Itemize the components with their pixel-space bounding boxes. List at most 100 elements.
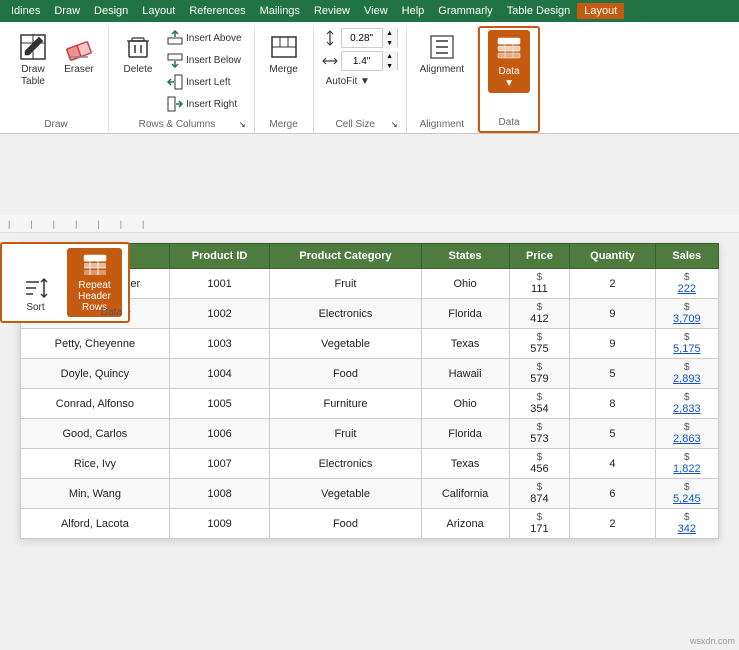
header-states: States xyxy=(421,244,509,269)
header-price: Price xyxy=(509,244,570,269)
data-group-items: Data▼ xyxy=(488,28,530,114)
insert-above-button[interactable]: Insert Above xyxy=(163,28,246,48)
sort-label: Sort xyxy=(26,302,44,313)
autofit-button[interactable]: AutoFit ▼ xyxy=(322,74,374,89)
data-group-footer: Data xyxy=(488,114,530,131)
cell-sales: $5,245 xyxy=(655,479,718,509)
menu-draw[interactable]: Draw xyxy=(47,3,87,19)
cell-state: Florida xyxy=(421,419,509,449)
ribbon-group-draw: DrawTable Eraser Draw xyxy=(4,26,109,133)
menu-idines[interactable]: Idines xyxy=(4,3,47,19)
cell-price: $575 xyxy=(509,329,570,359)
menu-view[interactable]: View xyxy=(357,3,395,19)
insert-col: Insert Above Insert Below xyxy=(163,28,246,114)
table-row: Min, Wang 1008 Vegetable California $874… xyxy=(21,479,719,509)
sort-repeat-panel: Sort RepeatHeader Rows Data xyxy=(0,242,130,323)
repeat-header-icon xyxy=(81,252,109,280)
delete-button[interactable]: Delete xyxy=(117,28,159,79)
cell-product-id: 1002 xyxy=(169,299,270,329)
draw-group-items: DrawTable Eraser xyxy=(12,26,100,116)
cell-size-expand-icon[interactable]: ↘ xyxy=(391,120,398,129)
rows-cols-group-footer: Rows & Columns ↘ xyxy=(117,116,246,133)
data-icon xyxy=(493,33,525,65)
cell-quantity: 5 xyxy=(570,359,655,389)
cell-category: Furniture xyxy=(270,389,421,419)
cell-sales: $2,833 xyxy=(655,389,718,419)
menu-grammarly[interactable]: Grammarly xyxy=(431,3,499,19)
cell-state: Arizona xyxy=(421,509,509,539)
insert-below-button[interactable]: Insert Below xyxy=(163,50,246,70)
cell-state: Ohio xyxy=(421,389,509,419)
merge-group-label: Merge xyxy=(263,116,305,133)
cell-product-id: 1009 xyxy=(169,509,270,539)
table-row: Good, Carlos 1006 Fruit Florida $573 5 $… xyxy=(21,419,719,449)
rows-cols-expand-icon[interactable]: ↘ xyxy=(239,120,246,129)
height-down-arrow[interactable]: ▼ xyxy=(383,38,397,48)
cell-size-group-items: ▲ ▼ ▲ ▼ xyxy=(322,26,398,116)
cell-state: Ohio xyxy=(421,269,509,299)
merge-label: Merge xyxy=(269,64,297,76)
cell-price: $354 xyxy=(509,389,570,419)
cell-state: California xyxy=(421,479,509,509)
sort-icon xyxy=(22,274,50,302)
cell-state: Texas xyxy=(421,449,509,479)
eraser-icon xyxy=(63,31,95,63)
width-icon xyxy=(322,53,338,69)
cell-state: Hawaii xyxy=(421,359,509,389)
cell-quantity: 2 xyxy=(570,269,655,299)
eraser-button[interactable]: Eraser xyxy=(58,28,100,79)
cell-product-id: 1007 xyxy=(169,449,270,479)
draw-table-button[interactable]: DrawTable xyxy=(12,28,54,91)
cell-category: Food xyxy=(270,359,421,389)
draw-table-label: DrawTable xyxy=(21,64,45,88)
data-button[interactable]: Data▼ xyxy=(488,30,530,93)
menu-design[interactable]: Design xyxy=(87,3,135,19)
cell-category: Fruit xyxy=(270,269,421,299)
width-spinner[interactable]: ▲ ▼ xyxy=(341,51,398,71)
ribbon: DrawTable Eraser Draw xyxy=(0,22,739,134)
cell-size-group-label: Cell Size xyxy=(322,116,389,133)
cell-sales: $2,863 xyxy=(655,419,718,449)
header-quantity: Quantity xyxy=(570,244,655,269)
merge-button[interactable]: Merge xyxy=(263,28,305,79)
width-input[interactable] xyxy=(342,55,382,68)
ribbon-group-cell-size: ▲ ▼ ▲ ▼ xyxy=(314,26,407,133)
width-down-arrow[interactable]: ▼ xyxy=(383,61,397,71)
cell-price: $874 xyxy=(509,479,570,509)
rows-cols-group-label: Rows & Columns xyxy=(117,116,237,133)
height-spinner[interactable]: ▲ ▼ xyxy=(341,28,398,48)
menu-layout[interactable]: Layout xyxy=(577,3,624,19)
cell-category: Fruit xyxy=(270,419,421,449)
cell-quantity: 9 xyxy=(570,329,655,359)
height-input[interactable] xyxy=(342,32,382,45)
height-up-arrow[interactable]: ▲ xyxy=(383,28,397,38)
sort-button[interactable]: Sort xyxy=(8,270,63,317)
menu-help[interactable]: Help xyxy=(395,3,432,19)
merge-group-footer: Merge xyxy=(263,116,305,133)
menu-table-design[interactable]: Table Design xyxy=(500,3,578,19)
cell-quantity: 5 xyxy=(570,419,655,449)
ribbon-group-alignment: Alignment Alignment xyxy=(407,26,478,133)
height-icon xyxy=(322,30,338,46)
cell-quantity: 2 xyxy=(570,509,655,539)
menu-mailings[interactable]: Mailings xyxy=(253,3,307,19)
header-sales: Sales xyxy=(655,244,718,269)
insert-above-icon xyxy=(167,30,183,46)
menu-review[interactable]: Review xyxy=(307,3,357,19)
cell-sales: $1,822 xyxy=(655,449,718,479)
alignment-button[interactable]: Alignment xyxy=(415,28,469,79)
cell-sales: $2,893 xyxy=(655,359,718,389)
data-btn-label: Data▼ xyxy=(499,66,520,90)
ribbon-content: DrawTable Eraser Draw xyxy=(0,22,739,133)
cell-state: Texas xyxy=(421,329,509,359)
insert-left-button[interactable]: Insert Left xyxy=(163,72,246,92)
cell-price: $171 xyxy=(509,509,570,539)
insert-right-button[interactable]: Insert Right xyxy=(163,94,246,114)
alignment-group-label: Alignment xyxy=(415,116,469,133)
menu-references[interactable]: References xyxy=(182,3,252,19)
cell-category: Vegetable xyxy=(270,479,421,509)
data-group-label: Data xyxy=(488,114,530,131)
menu-layout-tab[interactable]: Layout xyxy=(135,3,182,19)
width-up-arrow[interactable]: ▲ xyxy=(383,51,397,61)
cell-product-id: 1001 xyxy=(169,269,270,299)
